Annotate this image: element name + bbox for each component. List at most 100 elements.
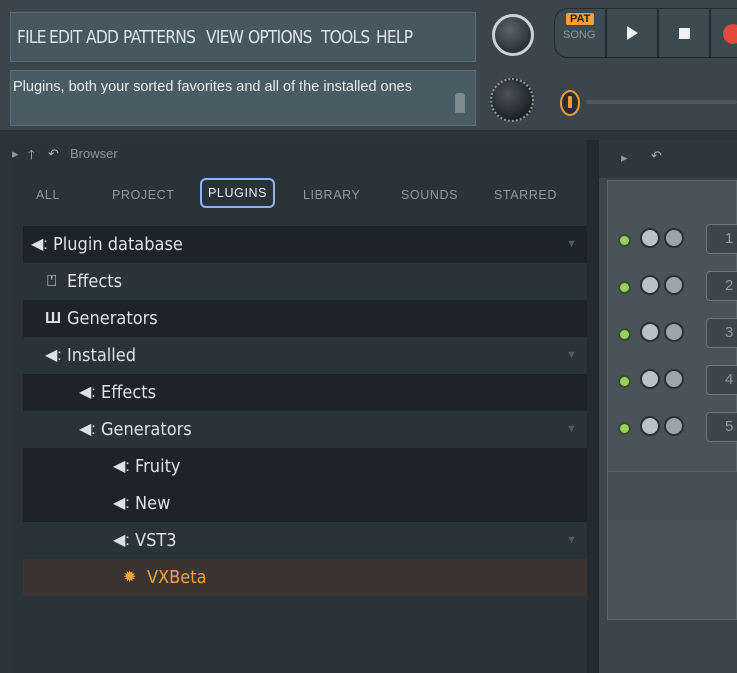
song-label: SONG xyxy=(563,29,596,41)
tree-item-new[interactable]: ◀: New xyxy=(23,485,587,522)
effects-plug-icon: ⍞ xyxy=(47,273,57,290)
chevron-down-icon[interactable]: ▼ xyxy=(566,226,577,263)
menu-help[interactable]: HELP xyxy=(376,27,413,48)
channel-pan-knob[interactable] xyxy=(664,275,684,295)
pat-song-toggle[interactable]: PAT SONG xyxy=(554,8,606,58)
channel-volume-knob[interactable] xyxy=(640,275,660,295)
master-pitch-knob[interactable] xyxy=(490,78,534,122)
channel-button[interactable]: 4 xyxy=(706,365,737,395)
channel-volume-knob[interactable] xyxy=(640,228,660,248)
channel-pan-knob[interactable] xyxy=(664,228,684,248)
tree-item-label: VXBeta xyxy=(147,567,207,588)
tab-library[interactable]: LIBRARY xyxy=(303,188,360,202)
menu-edit[interactable]: EDIT xyxy=(49,27,82,48)
tree-item-installed[interactable]: ◀: Installed ▼ xyxy=(23,337,587,374)
stop-button[interactable] xyxy=(658,8,710,58)
channel-rack-panel: ▸ ↶ 1 2 3 4 5 xyxy=(599,140,737,673)
menu-view[interactable]: VIEW xyxy=(206,27,244,48)
play-icon xyxy=(626,26,638,40)
panel-divider[interactable] xyxy=(587,140,599,673)
master-volume-knob[interactable] xyxy=(492,14,534,56)
tree-item-label: VST3 xyxy=(135,530,177,551)
stop-icon xyxy=(678,27,690,39)
expand-arrow-icon[interactable]: ▸ xyxy=(621,150,628,166)
tree-item-fruity[interactable]: ◀: Fruity xyxy=(23,448,587,485)
speaker-folder-icon: ◀: xyxy=(79,384,96,401)
channel-pan-knob[interactable] xyxy=(664,322,684,342)
channel-row: 4 xyxy=(608,365,737,395)
main-menu-bar: FILE EDIT ADD PATTERNS VIEW OPTIONS TOOL… xyxy=(10,12,476,62)
channel-led[interactable] xyxy=(618,375,631,388)
channel-rack: 1 2 3 4 5 xyxy=(607,180,737,620)
channel-volume-knob[interactable] xyxy=(640,322,660,342)
chevron-down-icon[interactable]: ▼ xyxy=(566,522,577,559)
channel-pan-knob[interactable] xyxy=(664,369,684,389)
back-arrow-icon[interactable]: ↶ xyxy=(651,148,662,164)
tree-item-label: Installed xyxy=(67,345,137,366)
expand-arrow-icon[interactable]: ▸ xyxy=(12,146,19,162)
tab-project[interactable]: PROJECT xyxy=(112,188,175,202)
browser-panel: ▸ 🡑 ↶ Browser ALL PROJECT PLUGINS LIBRAR… xyxy=(10,140,587,673)
speaker-folder-icon: ◀: xyxy=(79,421,96,438)
tree-item-effects[interactable]: ⍞ Effects xyxy=(23,263,587,300)
menu-options[interactable]: OPTIONS xyxy=(248,27,312,48)
channel-volume-knob[interactable] xyxy=(640,369,660,389)
tree-item-label: Plugin database xyxy=(53,234,183,255)
speaker-folder-icon: ◀: xyxy=(113,532,130,549)
tree-item-vst3[interactable]: ◀: VST3 ▼ xyxy=(23,522,587,559)
menu-tools[interactable]: TOOLS xyxy=(321,27,370,48)
channel-row: 3 xyxy=(608,318,737,348)
record-button[interactable] xyxy=(710,8,737,58)
tree-item-label: Fruity xyxy=(135,456,181,477)
tree-item-plugin-database[interactable]: ◀: Plugin database ▼ xyxy=(23,226,587,263)
back-arrow-icon[interactable]: ↶ xyxy=(48,146,59,162)
channel-button[interactable]: 3 xyxy=(706,318,737,348)
tab-all[interactable]: ALL xyxy=(36,188,60,202)
channel-button[interactable]: 2 xyxy=(706,271,737,301)
pat-label: PAT xyxy=(566,13,595,25)
tab-starred[interactable]: STARRED xyxy=(494,188,557,202)
browser-title: Browser xyxy=(70,146,118,161)
tree-item-installed-effects[interactable]: ◀: Effects xyxy=(23,374,587,411)
channel-rack-header: ▸ ↶ xyxy=(599,140,737,178)
channel-led[interactable] xyxy=(618,234,631,247)
chevron-down-icon[interactable]: ▼ xyxy=(566,411,577,448)
channel-led[interactable] xyxy=(618,328,631,341)
tree-item-label: New xyxy=(135,493,171,514)
channel-led[interactable] xyxy=(618,281,631,294)
browser-header: ▸ 🡑 ↶ Browser xyxy=(10,140,587,170)
speaker-folder-icon: ◀: xyxy=(45,347,62,364)
menu-patterns[interactable]: PATTERNS xyxy=(123,27,196,48)
keyboard-icon: Ш xyxy=(45,310,62,327)
channel-row: 2 xyxy=(608,271,737,301)
play-button[interactable] xyxy=(606,8,658,58)
tab-plugins[interactable]: PLUGINS xyxy=(200,178,276,208)
plugin-gear-icon: ✹ xyxy=(123,569,137,586)
channel-row: 1 xyxy=(608,224,737,254)
channel-button[interactable]: 1 xyxy=(706,224,737,254)
tree-item-generators[interactable]: Ш Generators xyxy=(23,300,587,337)
tempo-slider-handle[interactable] xyxy=(560,90,580,116)
chevron-down-icon[interactable]: ▼ xyxy=(566,337,577,374)
speaker-folder-icon: ◀: xyxy=(113,458,130,475)
tab-sounds[interactable]: SOUNDS xyxy=(401,188,458,202)
up-arrow-icon[interactable]: 🡑 xyxy=(28,146,35,168)
tree-item-installed-generators[interactable]: ◀: Generators ▼ xyxy=(23,411,587,448)
speaker-folder-icon: ◀: xyxy=(31,236,48,253)
pin-icon[interactable] xyxy=(455,93,465,113)
tree-item-label: Generators xyxy=(67,308,158,329)
tempo-slider-track[interactable] xyxy=(586,100,737,104)
plugin-tree: ◀: Plugin database ▼ ⍞ Effects Ш Generat… xyxy=(23,226,587,596)
channel-led[interactable] xyxy=(618,422,631,435)
hint-text: Plugins, both your sorted favorites and … xyxy=(13,79,412,95)
menu-file[interactable]: FILE xyxy=(17,27,47,48)
menu-add[interactable]: ADD xyxy=(86,27,119,48)
tree-item-label: Generators xyxy=(101,419,192,440)
tree-item-vxbeta[interactable]: ✹ VXBeta xyxy=(23,559,587,596)
browser-tabs: ALL PROJECT PLUGINS LIBRARY SOUNDS STARR… xyxy=(10,178,587,218)
channel-button[interactable]: 5 xyxy=(706,412,737,442)
rack-footer xyxy=(608,471,737,520)
channel-volume-knob[interactable] xyxy=(640,416,660,436)
channel-pan-knob[interactable] xyxy=(664,416,684,436)
channel-row: 5 xyxy=(608,412,737,442)
